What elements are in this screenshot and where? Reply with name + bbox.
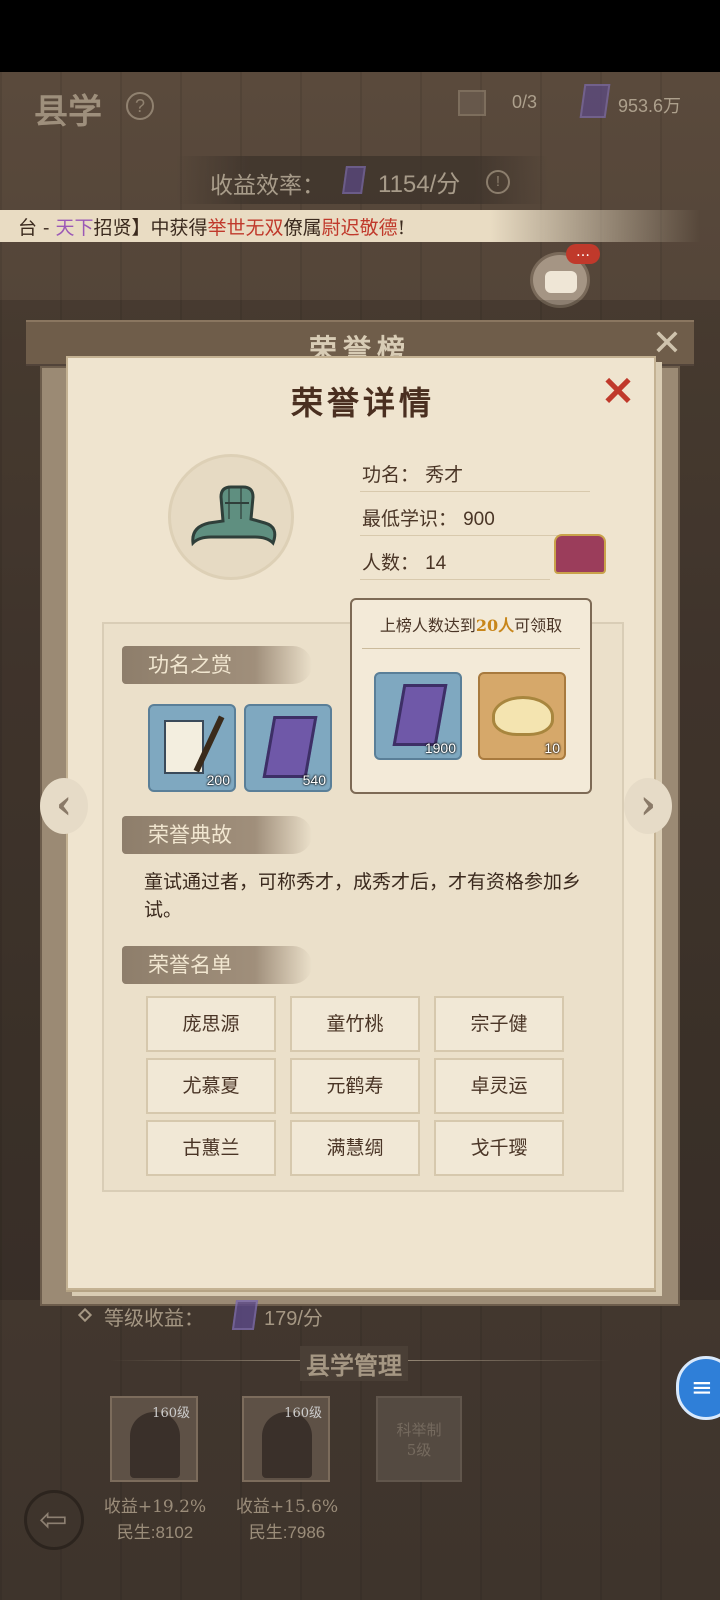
- rank-reward-item[interactable]: 540: [244, 704, 332, 792]
- announcement-part: 】中获得: [131, 217, 208, 239]
- rank-reward-count: 540: [302, 772, 326, 788]
- announcement-part: 台 -: [18, 217, 56, 239]
- rank-emblem: [168, 454, 294, 580]
- roster-name: 童竹桃: [290, 996, 420, 1052]
- roster-name: 戈千璎: [434, 1120, 564, 1176]
- hero-level: 160级: [284, 1406, 322, 1421]
- efficiency-label: 收益效率：: [210, 173, 325, 199]
- hero-people: 民生:7986: [248, 1523, 326, 1542]
- count-row: 人数： 14: [360, 546, 550, 580]
- rank-reward-section-label: 功名之赏: [122, 646, 312, 684]
- rank-value: 秀才: [425, 464, 464, 486]
- hero-people: 民生:8102: [116, 1523, 194, 1542]
- count-value: 14: [425, 553, 447, 574]
- honor-detail-close-button[interactable]: ✕: [598, 372, 638, 412]
- book-currency-icon: [231, 1300, 259, 1330]
- back-arrow-icon: ⇦: [39, 1500, 68, 1540]
- locked-slot[interactable]: 科举制 5级: [376, 1396, 462, 1482]
- book-total: 953.6万: [618, 96, 682, 116]
- hero-portrait: [262, 1412, 312, 1478]
- min-knowledge-label: 最低学识：: [362, 508, 458, 530]
- roster-grid[interactable]: 庞思源 童竹桃 宗子健 尤慕夏 元鹤寿 卓灵运 古蕙兰 满慧绸 戈千璎: [146, 996, 574, 1176]
- min-knowledge-value: 900: [463, 509, 495, 530]
- roster-name: 满慧绸: [290, 1120, 420, 1176]
- level-income-label: 等级收益：: [104, 1306, 204, 1330]
- hero-slot[interactable]: 160级: [110, 1396, 198, 1482]
- chat-badge: …: [566, 244, 600, 264]
- announcement-quality: 举世无双: [207, 217, 284, 239]
- announcement-part: !: [397, 217, 406, 239]
- book-currency-icon: [579, 84, 611, 118]
- gold-ingot-icon: [492, 696, 554, 736]
- roster-name: 庞思源: [146, 996, 276, 1052]
- locked-slot-requirement: 科举制: [396, 1421, 442, 1439]
- purple-book-icon: [262, 716, 318, 778]
- previous-rank-button[interactable]: ‹: [40, 778, 88, 834]
- roster-name: 元鹤寿: [290, 1058, 420, 1114]
- purple-book-icon: [392, 684, 448, 746]
- group-reward-note-highlight: 20人: [475, 616, 515, 635]
- level-income-value: 179/分: [264, 1308, 323, 1330]
- story-text: 童试通过者，可称秀才，成秀才后，才有资格参加乡试。: [144, 871, 582, 921]
- back-button[interactable]: ⇦: [24, 1490, 84, 1550]
- rank-row: 功名： 秀才: [360, 458, 590, 492]
- help-icon[interactable]: ?: [126, 92, 154, 120]
- group-reward-item[interactable]: 1900: [374, 672, 462, 760]
- slot-count: 0/3: [512, 92, 538, 112]
- megaphone-icon: ≡: [691, 1373, 713, 1403]
- hero-slot[interactable]: 160级: [242, 1396, 330, 1482]
- divider: [362, 648, 580, 649]
- announcement-event: 天下: [55, 217, 94, 239]
- rank-label: 功名：: [362, 464, 420, 486]
- reward-chest-icon[interactable]: [554, 534, 606, 574]
- rank-reward-count: 200: [206, 772, 230, 788]
- slot-icon: [458, 90, 486, 116]
- roster-name: 古蕙兰: [146, 1120, 276, 1176]
- chat-bubble-icon: [545, 271, 577, 293]
- roster-name: 卓灵运: [434, 1058, 564, 1114]
- rank-reward-item[interactable]: 200: [148, 704, 236, 792]
- group-reward-count: 10: [544, 740, 560, 756]
- group-reward-note-prefix: 上榜人数达到: [379, 616, 476, 635]
- efficiency-value: 1154/分: [378, 171, 461, 198]
- honor-detail-panel: 荣誉详情 ✕ 功名： 秀才 最低学识： 900 人数： 14 功名之赏 200 …: [66, 356, 656, 1290]
- locked-slot-level: 5级: [406, 1441, 432, 1459]
- announcement-part: 僚属: [283, 217, 322, 239]
- group-reward-note-suffix: 可领取: [514, 616, 563, 635]
- min-knowledge-row: 最低学识： 900: [360, 502, 590, 536]
- count-label: 人数：: [362, 552, 420, 574]
- roster-name: 宗子健: [434, 996, 564, 1052]
- page-title: 县学: [34, 92, 102, 132]
- scholar-hat-icon: [191, 485, 277, 547]
- announcement-part: 招贤: [93, 217, 132, 239]
- hero-level: 160级: [152, 1406, 190, 1421]
- announcement-hero-name: 尉迟敬德: [321, 217, 398, 239]
- management-title: 县学管理: [300, 1346, 408, 1381]
- info-icon[interactable]: !: [486, 170, 510, 194]
- roster-section-label: 荣誉名单: [122, 946, 312, 984]
- hero-income: 收益+15.6%: [235, 1497, 339, 1517]
- honor-detail-title: 荣誉详情: [290, 384, 435, 422]
- book-currency-icon: [342, 166, 366, 194]
- story-section-label: 荣誉典故: [122, 816, 312, 854]
- hero-income: 收益+19.2%: [103, 1497, 207, 1517]
- group-reward-note: 上榜人数达到20人可领取: [352, 612, 590, 636]
- announcement-text: 台 - 天下招贤】中获得举世无双僚属尉迟敬德!: [18, 213, 405, 240]
- group-reward-count: 1900: [424, 740, 456, 756]
- group-reward-popover: 上榜人数达到20人可领取 1900 10: [350, 598, 592, 794]
- next-rank-button[interactable]: ›: [624, 778, 672, 834]
- roster-name: 尤慕夏: [146, 1058, 276, 1114]
- hero-portrait: [130, 1412, 180, 1478]
- group-reward-item[interactable]: 10: [478, 672, 566, 760]
